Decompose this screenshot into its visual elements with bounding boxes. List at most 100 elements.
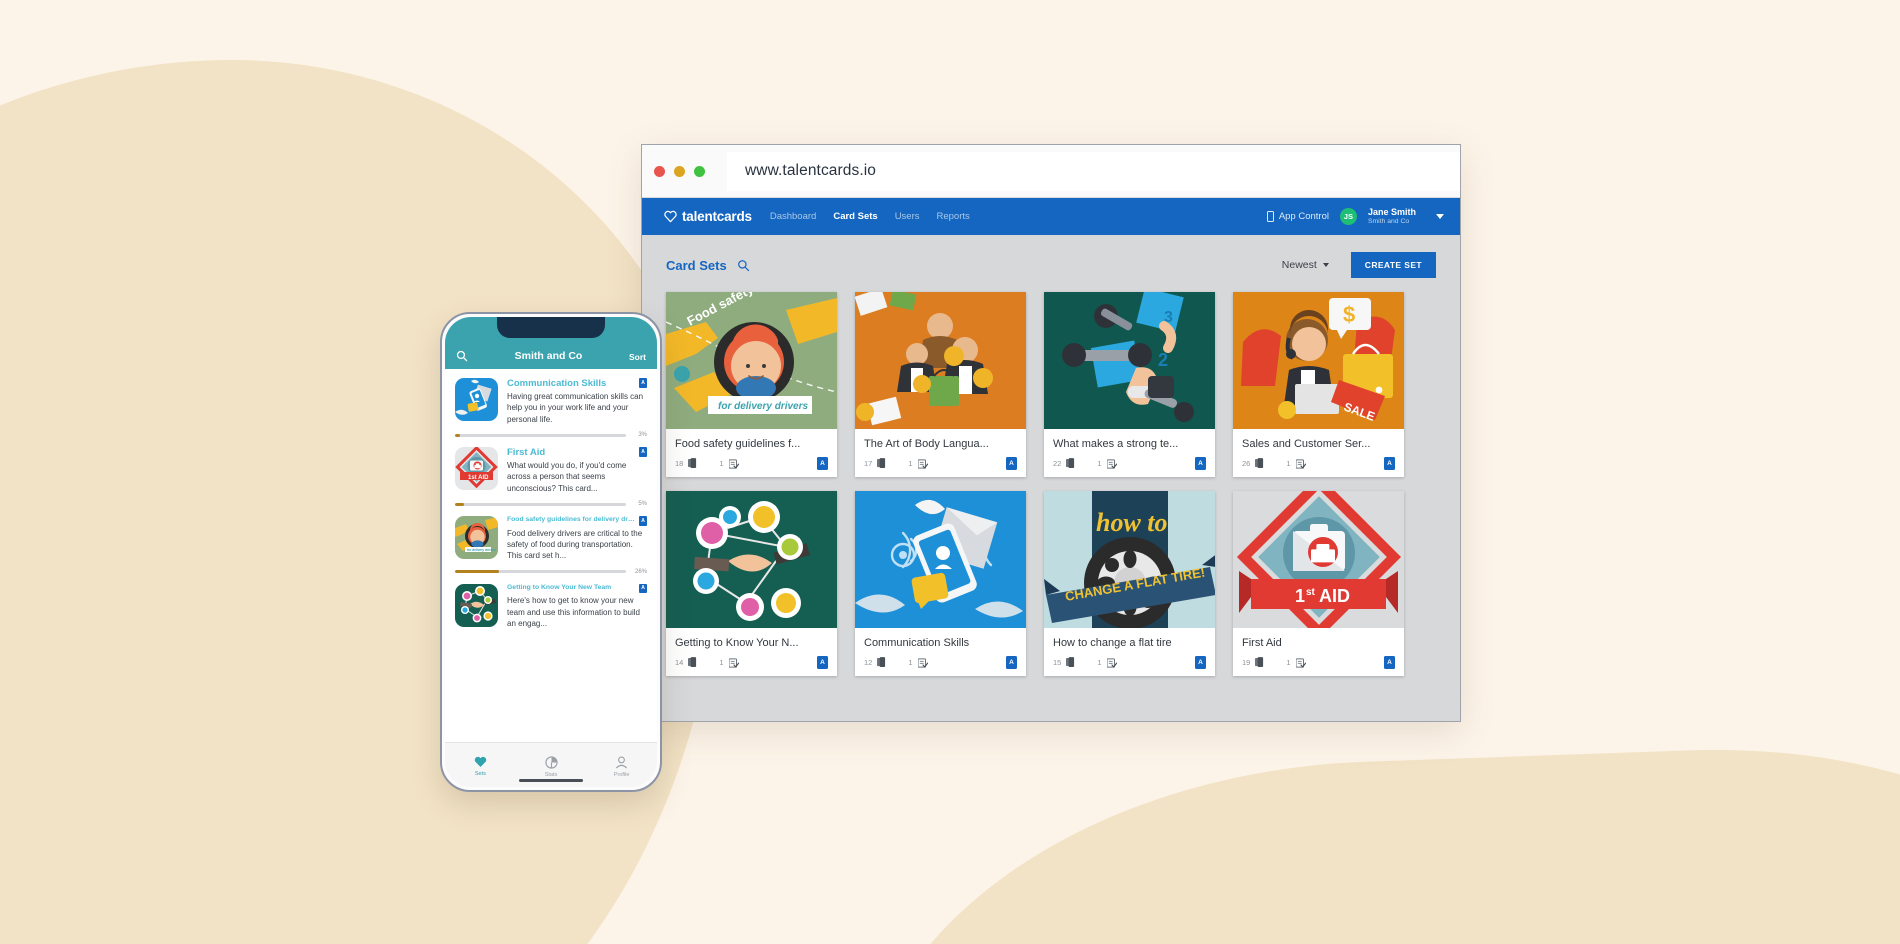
address-bar[interactable]: www.talentcards.io	[727, 151, 1460, 191]
progress-percent: 3%	[638, 432, 647, 439]
phone-tab-label: Profile	[613, 771, 630, 778]
avatar[interactable]: JS	[1339, 207, 1357, 225]
status-badge: A	[1195, 457, 1206, 470]
progress-bar-fill	[455, 433, 461, 437]
page-title: Card Sets	[666, 257, 727, 273]
create-set-button[interactable]: CREATE SET	[1350, 252, 1436, 278]
user-info[interactable]: Jane Smith Smith and Co	[1368, 207, 1416, 227]
phone-org-title: Smith and Co	[514, 350, 583, 362]
card-set-tile[interactable]: 3 2 What makes a strong te... 22 1 A	[1044, 292, 1215, 477]
cards-count: 14	[675, 658, 684, 667]
app-control-label: App Control	[1278, 210, 1329, 222]
user-name: Jane Smith	[1367, 206, 1416, 217]
set-title: Communication Skills	[507, 378, 607, 389]
phone-tab-sets[interactable]: Sets	[445, 756, 516, 777]
quiz-check-icon	[728, 458, 739, 469]
card-title: Getting to Know Your N...	[675, 637, 799, 649]
status-badge: A	[817, 656, 828, 669]
set-thumbnail-food-safety: for delivery drivers	[455, 516, 498, 560]
phone-sort-button[interactable]: Sort	[629, 352, 646, 362]
app-control-button[interactable]: App Control	[1266, 210, 1329, 222]
cards-stack-icon	[1066, 657, 1075, 667]
cards-count: 26	[1242, 459, 1251, 468]
card-set-tile[interactable]: 1 st AID First Aid 19 1 A	[1233, 491, 1404, 676]
search-icon[interactable]	[737, 259, 750, 272]
card-title: How to change a flat tire	[1053, 637, 1172, 649]
phone-screen: Smith and Co Sort Communication Skills A…	[445, 317, 657, 787]
card-cover-flat-tire: how to CHANGE A FLAT TIRE!	[1044, 491, 1215, 628]
status-badge: A	[639, 447, 647, 457]
cards-stack-icon	[1255, 458, 1264, 468]
heart-icon	[474, 756, 487, 768]
progress-percent: 5%	[638, 501, 647, 508]
cards-count: 19	[1242, 658, 1251, 667]
card-cover-food-safety: Food safety for delivery drivers	[666, 292, 837, 429]
svg-text:AID: AID	[1319, 586, 1350, 606]
phone-tab-label: Sets	[474, 771, 486, 777]
set-title: Food safety guidelines for delivery driv…	[507, 516, 635, 524]
nav-link-dashboard[interactable]: Dashboard	[770, 211, 816, 222]
status-badge: A	[639, 583, 647, 594]
progress-bar	[455, 570, 626, 574]
blob-shape-right	[846, 736, 1900, 944]
browser-window: www.talentcards.io talentcards Dashboard…	[641, 144, 1461, 722]
sort-dropdown[interactable]: Newest	[1282, 259, 1329, 271]
card-set-tile[interactable]: how to CHANGE A FLAT TIRE! How to change…	[1044, 491, 1215, 676]
quiz-count: 1	[1097, 658, 1102, 667]
cards-stack-icon	[877, 458, 886, 468]
card-body: Sales and Customer Ser... 26 1 A	[1233, 429, 1404, 477]
card-set-tile[interactable]: Food safety for delivery drivers Food sa…	[666, 292, 837, 477]
card-meta: 22 1 A	[1053, 457, 1206, 470]
list-item[interactable]: for delivery drivers Food safety guideli…	[445, 507, 657, 575]
card-set-tile[interactable]: The Art of Body Langua... 17 1 A	[855, 292, 1026, 477]
maximize-window-button[interactable]	[694, 165, 705, 177]
card-set-tile[interactable]: Communication Skills 12 1 A	[855, 491, 1026, 676]
close-window-button[interactable]	[654, 165, 665, 177]
svg-text:1: 1	[1295, 586, 1305, 606]
phone-tab-stats[interactable]: Stats	[516, 755, 587, 778]
card-cover-communication	[855, 491, 1026, 628]
set-title: First Aid	[507, 447, 546, 459]
minimize-window-button[interactable]	[674, 165, 685, 177]
nav-links: Dashboard Card Sets Users Reports	[770, 211, 970, 222]
svg-text:2: 2	[1158, 350, 1168, 370]
nav-link-card-sets[interactable]: Card Sets	[833, 211, 877, 222]
card-body: The Art of Body Langua... 17 1 A	[855, 429, 1026, 477]
chevron-down-icon	[1322, 263, 1329, 267]
phone-tab-profile[interactable]: Profile	[586, 755, 657, 778]
quiz-count: 1	[719, 459, 724, 468]
card-body: What makes a strong te... 22 1 A	[1044, 429, 1215, 477]
brand-logo[interactable]: talentcards	[664, 209, 752, 224]
card-set-tile[interactable]: Getting to Know Your N... 14 1 A	[666, 491, 837, 676]
nav-link-users[interactable]: Users	[895, 211, 920, 222]
window-controls	[654, 165, 705, 177]
progress-bar	[455, 502, 626, 506]
card-meta: 12 1 A	[864, 656, 1017, 669]
card-body: Getting to Know Your N... 14 1 A	[666, 628, 837, 676]
status-badge: A	[1384, 457, 1395, 470]
quiz-count: 1	[908, 459, 913, 468]
brand-name: talentcards	[682, 209, 752, 224]
svg-text:for delivery drivers: for delivery drivers	[718, 401, 808, 412]
nav-link-reports[interactable]: Reports	[937, 211, 970, 222]
cards-count: 12	[864, 658, 873, 667]
phone-tab-label: Stats	[544, 771, 558, 778]
card-title: What makes a strong te...	[1053, 438, 1179, 450]
search-icon[interactable]	[456, 350, 468, 362]
card-cover-first-aid: 1 st AID	[1233, 491, 1404, 628]
phone-set-list[interactable]: Communication Skills A Having great comm…	[445, 369, 657, 742]
card-meta: 18 1 A	[675, 457, 828, 470]
progress-bar	[455, 433, 626, 437]
cards-stack-icon	[1255, 657, 1264, 667]
cards-count: 17	[864, 459, 873, 468]
card-title: Sales and Customer Ser...	[1242, 438, 1371, 450]
list-item[interactable]: Getting to Know Your New Team A Here's h…	[445, 575, 657, 630]
cards-stack-icon	[1066, 458, 1075, 468]
card-title: Food safety guidelines f...	[675, 438, 801, 450]
list-item[interactable]: 1st AID First Aid A What would you do, i…	[445, 438, 657, 507]
chevron-down-icon[interactable]	[1436, 213, 1444, 219]
svg-text:1st AID: 1st AID	[468, 475, 489, 481]
pie-chart-icon	[544, 755, 558, 769]
card-set-tile[interactable]: $ SALE Sales and Customer Ser... 26 1 A	[1233, 292, 1404, 477]
list-item[interactable]: Communication Skills A Having great comm…	[445, 369, 657, 438]
